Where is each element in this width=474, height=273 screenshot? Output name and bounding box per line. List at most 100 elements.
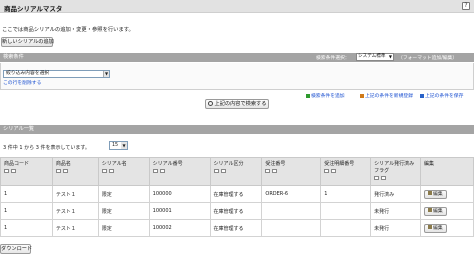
sort-controls [152, 169, 207, 173]
serial-list-header: シリアル一覧 [0, 125, 474, 134]
sort-controls [101, 169, 146, 173]
column-header[interactable]: シリアル発行済み フラグ [370, 157, 422, 186]
delete-row-link[interactable]: この行を削除する [3, 79, 41, 86]
result-count: 3 件中 1 から 3 件を表示しています。 [3, 145, 90, 151]
table-cell: 在庫管理する [209, 202, 263, 220]
add-condition-label: 検索条件を追加 [311, 94, 345, 99]
sort-desc-icon[interactable] [220, 169, 226, 173]
save-condition-link[interactable]: 上記の条件を保存 [420, 92, 463, 99]
column-header-label: 編集 [424, 161, 435, 167]
sort-controls [55, 169, 95, 173]
table-cell: 100000 [148, 185, 211, 203]
save-icon [420, 93, 424, 98]
edit-button-label: 編集 [433, 208, 443, 214]
sort-asc-icon[interactable] [324, 169, 330, 173]
sort-asc-icon[interactable] [213, 169, 219, 173]
sort-controls [4, 169, 49, 173]
search-icon [207, 101, 213, 106]
table-cell: 編集 [420, 185, 474, 203]
filter-field-select[interactable]: 絞り込み内容を選択 ▼ [3, 70, 110, 78]
sort-asc-icon[interactable] [374, 176, 380, 180]
add-condition-link[interactable]: 検索条件を追加 [306, 92, 345, 99]
table-cell: テスト１ [51, 219, 99, 237]
edit-icon [428, 208, 433, 212]
add-serial-button[interactable]: 新しいシリアルの追加 [1, 37, 54, 47]
sort-desc-icon[interactable] [272, 169, 278, 173]
per-page-value: 15 [112, 143, 119, 148]
sort-asc-icon[interactable] [4, 169, 9, 173]
search-button[interactable]: 上記の内容で検索する [205, 99, 269, 109]
per-page-select[interactable]: 15 ▼ [109, 141, 128, 150]
condition-select-label: 検索条件選択： [316, 56, 350, 61]
column-header[interactable]: シリアル番号 [148, 157, 211, 186]
edit-button-label: 編集 [433, 225, 443, 231]
save-condition-label: 上記の条件を保存 [425, 94, 464, 99]
table-cell: 未発行 [370, 202, 422, 220]
sort-desc-icon[interactable] [108, 169, 114, 173]
help-icon[interactable]: ? [462, 2, 470, 10]
chevron-down-icon: ▼ [103, 71, 109, 77]
table-cell [261, 219, 322, 237]
column-header-label: 商品コード [4, 161, 30, 167]
column-header[interactable]: シリアル区分 [209, 157, 263, 186]
chevron-down-icon: ▼ [121, 142, 127, 149]
plus-icon [306, 93, 310, 98]
column-header[interactable]: 受注番号 [261, 157, 322, 186]
edit-button[interactable]: 編集 [424, 223, 447, 233]
table-body: 1 テスト１ 限定 100000 在庫管理する ORDER-6 1 発行済み 編集 1 テスト１ 限定… [0, 185, 474, 237]
download-button[interactable]: ダウンロード [0, 244, 32, 254]
column-header-label: シリアル区分 [213, 161, 244, 167]
table-cell: 発行済み [370, 185, 422, 203]
sort-asc-icon[interactable] [265, 169, 271, 173]
column-header-label: 受注番号 [265, 161, 286, 167]
search-conditions-title: 検索条件 [3, 54, 24, 60]
sort-desc-icon[interactable] [62, 169, 68, 173]
sort-controls [374, 176, 417, 180]
table-cell: 編集 [420, 219, 474, 237]
column-header[interactable]: 編集 [420, 157, 474, 186]
filter-field-value: 絞り込み内容を選択 [6, 71, 50, 76]
sort-desc-icon[interactable] [381, 176, 387, 180]
page-description: ここでは商品シリアルの追加・変更・参照を行います。 [2, 27, 134, 33]
title-bar: 商品シリアルマスタ ? [0, 0, 474, 13]
column-header[interactable]: 受注明細番号 [320, 157, 372, 186]
table-cell [320, 202, 372, 220]
sort-desc-icon[interactable] [11, 169, 16, 173]
search-button-label: 上記の内容で検索する [214, 101, 267, 107]
edit-icon [428, 225, 433, 229]
sort-desc-icon[interactable] [331, 169, 337, 173]
column-header[interactable]: シリアル名 [97, 157, 150, 186]
serial-table: 商品コード 商品名 シリアル名 シリアル番号 シリアル区分 受注番号 受注明細番号 シリアル発… [0, 157, 474, 237]
table-cell: テスト１ [51, 202, 99, 220]
chevron-down-icon: ▼ [388, 54, 392, 59]
sort-asc-icon[interactable] [152, 169, 158, 173]
table-cell: 限定 [97, 202, 150, 220]
format-edit-link-label: フォーマット追加/編集 [402, 56, 453, 61]
register-condition-link[interactable]: 上記の条件を新規登録 [360, 92, 413, 99]
column-header[interactable]: 商品コード [0, 157, 53, 186]
table-cell: 編集 [420, 202, 474, 220]
sort-desc-icon[interactable] [159, 169, 165, 173]
table-row: 1 テスト１ 限定 100001 在庫管理する 未発行 編集 [0, 202, 474, 220]
table-cell: テスト１ [51, 185, 99, 203]
condition-preset-select[interactable]: システム標準 ▼ [356, 53, 394, 61]
table-cell: ORDER-6 [261, 185, 322, 203]
table-cell: 在庫管理する [209, 185, 263, 203]
page-title: 商品シリアルマスタ [4, 5, 63, 13]
condition-preset-value: システム標準 [358, 54, 386, 59]
column-header-label: 商品名 [55, 161, 71, 167]
edit-button[interactable]: 編集 [424, 189, 447, 199]
sort-asc-icon[interactable] [55, 169, 61, 173]
table-cell [261, 202, 322, 220]
serial-list-title: シリアル一覧 [3, 126, 35, 132]
table-row: 1 テスト１ 限定 100000 在庫管理する ORDER-6 1 発行済み 編集 [0, 185, 474, 203]
table-cell: 1 [0, 219, 53, 237]
table-cell: 未発行 [370, 219, 422, 237]
format-edit-link[interactable]: （フォーマット追加/編集） [398, 54, 457, 61]
table-cell [320, 219, 372, 237]
column-header-label: シリアル名 [101, 161, 127, 167]
column-header[interactable]: 商品名 [51, 157, 99, 186]
edit-button-label: 編集 [433, 191, 443, 197]
edit-button[interactable]: 編集 [424, 206, 447, 216]
sort-asc-icon[interactable] [101, 169, 107, 173]
